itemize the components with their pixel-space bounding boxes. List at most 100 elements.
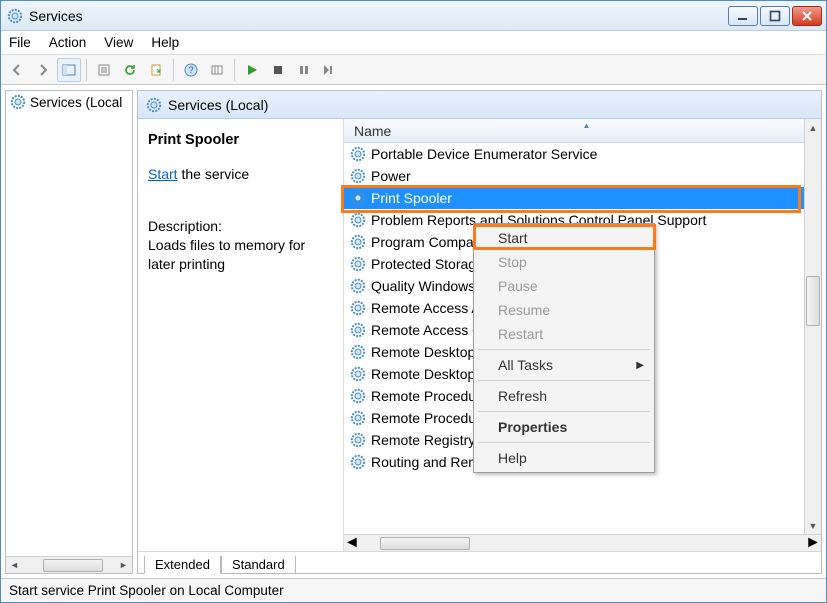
- context-menu-all-tasks[interactable]: All Tasks▶: [476, 353, 652, 377]
- service-row[interactable]: Power: [344, 165, 821, 187]
- toolbar-restart-icon[interactable]: [318, 58, 342, 82]
- gear-icon: [350, 388, 366, 404]
- tab-extended[interactable]: Extended: [144, 556, 221, 574]
- context-menu-properties[interactable]: Properties: [476, 415, 652, 439]
- toolbar-pause-icon[interactable]: [292, 58, 316, 82]
- maximize-button[interactable]: [760, 6, 790, 26]
- gear-icon: [10, 94, 26, 110]
- gear-icon: [350, 278, 366, 294]
- left-scrollbar-horizontal[interactable]: ◄ ►: [6, 556, 132, 573]
- service-name: Remote Registry: [371, 432, 475, 448]
- toolbar: ?: [1, 55, 826, 85]
- gear-icon: [350, 146, 366, 162]
- gear-icon: [350, 300, 366, 316]
- selected-service-name: Print Spooler: [148, 131, 333, 151]
- gear-icon: [350, 410, 366, 426]
- service-name: Protected Storage: [371, 256, 484, 272]
- column-header-name-label: Name: [354, 123, 391, 139]
- minimize-button[interactable]: [728, 6, 758, 26]
- gear-icon: [350, 168, 366, 184]
- gear-icon: [350, 366, 366, 382]
- menu-file[interactable]: File: [9, 35, 31, 50]
- service-name: Power: [371, 168, 411, 184]
- gear-icon: [350, 212, 366, 228]
- list-scrollbar-vertical[interactable]: ▲ ▼: [804, 119, 821, 534]
- gear-icon: [146, 97, 162, 113]
- toolbar-stop-icon[interactable]: [266, 58, 290, 82]
- toolbar-back-icon[interactable]: [5, 58, 29, 82]
- gear-icon: [350, 234, 366, 250]
- description-text: Loads files to memory for later printing: [148, 236, 333, 274]
- service-name: Portable Device Enumerator Service: [371, 146, 597, 162]
- toolbar-export-icon[interactable]: [144, 58, 168, 82]
- service-row[interactable]: Portable Device Enumerator Service: [344, 143, 821, 165]
- services-window: Services File Action View Help ?: [0, 0, 827, 603]
- toolbar-help-icon[interactable]: ?: [179, 58, 203, 82]
- tab-standard[interactable]: Standard: [221, 556, 296, 574]
- start-service-suffix: the service: [178, 166, 250, 182]
- service-context-menu: StartStopPauseResumeRestart All Tasks▶ Ref…: [473, 223, 655, 473]
- context-menu-start[interactable]: Start: [476, 226, 652, 250]
- start-service-link[interactable]: Start: [148, 166, 178, 182]
- toolbar-start-icon[interactable]: [240, 58, 264, 82]
- list-scrollbar-horizontal[interactable]: ◄ ►: [344, 534, 821, 551]
- toolbar-separator: [86, 59, 87, 81]
- context-menu-help[interactable]: Help: [476, 446, 652, 470]
- context-menu-pause: Pause: [476, 274, 652, 298]
- titlebar: Services: [1, 1, 826, 31]
- window-title: Services: [29, 8, 728, 24]
- toolbar-refresh-icon[interactable]: [118, 58, 142, 82]
- menu-action[interactable]: Action: [49, 35, 87, 50]
- view-tabs: Extended Standard: [138, 551, 821, 573]
- context-menu-restart: Restart: [476, 322, 652, 346]
- scroll-left-arrow-icon[interactable]: ◄: [344, 534, 360, 551]
- extended-detail-pane: Print Spooler Start the service Descript…: [138, 119, 343, 551]
- toolbar-separator: [234, 59, 235, 81]
- gear-icon: [350, 344, 366, 360]
- menu-view[interactable]: View: [104, 35, 133, 50]
- context-menu-separator: [478, 411, 650, 412]
- gear-icon: [350, 454, 366, 470]
- scroll-down-arrow-icon[interactable]: ▼: [805, 517, 821, 534]
- toolbar-show-hide-tree-icon[interactable]: [57, 58, 81, 82]
- context-menu-stop: Stop: [476, 250, 652, 274]
- tree-root-label: Services (Local: [30, 95, 122, 110]
- toolbar-separator: [173, 59, 174, 81]
- context-menu-separator: [478, 380, 650, 381]
- sort-ascending-icon: ▲: [583, 121, 591, 130]
- scrollbar-track[interactable]: [805, 136, 821, 517]
- gear-icon: [350, 322, 366, 338]
- menu-help[interactable]: Help: [151, 35, 179, 50]
- context-menu-refresh[interactable]: Refresh: [476, 384, 652, 408]
- description-label: Description:: [148, 217, 333, 236]
- column-header-name[interactable]: Name ▲: [344, 119, 821, 143]
- gear-icon: [350, 190, 366, 206]
- menubar: File Action View Help: [1, 31, 826, 55]
- context-menu-separator: [478, 442, 650, 443]
- results-header-text: Services (Local): [168, 97, 268, 113]
- status-bar: Start service Print Spooler on Local Com…: [1, 578, 826, 602]
- toolbar-properties-icon[interactable]: [92, 58, 116, 82]
- gear-icon: [350, 256, 366, 272]
- scrollbar-thumb[interactable]: [806, 276, 820, 326]
- scroll-up-arrow-icon[interactable]: ▲: [805, 119, 821, 136]
- toolbar-forward-icon[interactable]: [31, 58, 55, 82]
- console-tree-pane: Services (Local ◄ ►: [5, 90, 133, 574]
- submenu-arrow-icon: ▶: [636, 360, 644, 371]
- status-text: Start service Print Spooler on Local Com…: [9, 583, 284, 598]
- toolbar-column-chooser-icon[interactable]: [205, 58, 229, 82]
- service-name: Print Spooler: [371, 190, 452, 206]
- results-header: Services (Local): [138, 91, 821, 119]
- context-menu-separator: [478, 349, 650, 350]
- service-row[interactable]: Print Spooler: [344, 187, 821, 209]
- context-menu-resume: Resume: [476, 298, 652, 322]
- scroll-left-arrow-icon[interactable]: ◄: [6, 558, 23, 573]
- close-button[interactable]: [792, 6, 822, 26]
- scroll-right-arrow-icon[interactable]: ►: [805, 534, 821, 551]
- scroll-right-arrow-icon[interactable]: ►: [115, 558, 132, 573]
- scrollbar-thumb[interactable]: [43, 559, 103, 572]
- main-body: Services (Local ◄ ► Services (Local) Pri…: [1, 85, 826, 578]
- scrollbar-thumb[interactable]: [380, 537, 470, 550]
- svg-text:?: ?: [188, 65, 193, 75]
- tree-root-services[interactable]: Services (Local: [6, 91, 132, 113]
